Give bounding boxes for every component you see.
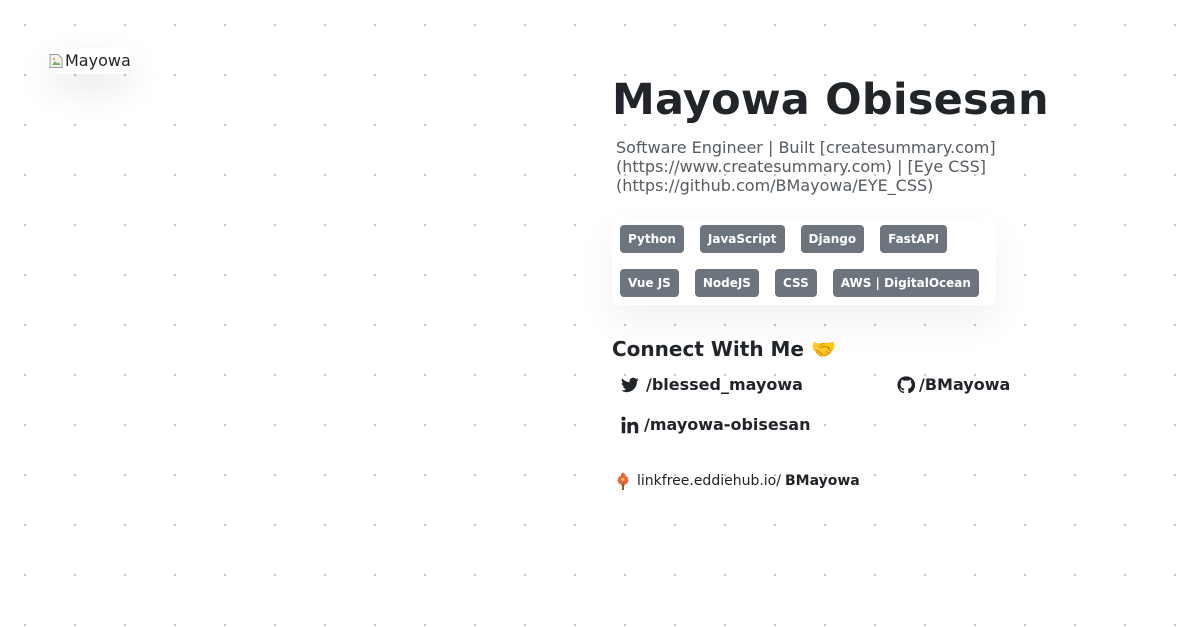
linkfree-domain: linkfree.eddiehub.io/ (637, 473, 781, 489)
profile-panel: Mayowa Obisesan Software Engineer | Buil… (612, 70, 1172, 491)
linkedin-icon (621, 416, 639, 433)
skills-list: Python JavaScript Django FastAPI Vue JS … (612, 219, 996, 305)
skill-badge: CSS (774, 269, 817, 297)
skill-badge: NodeJS (694, 269, 759, 297)
skill-badge: Python (620, 225, 684, 253)
twitter-link[interactable]: /blessed_mayowa (621, 375, 803, 394)
profile-bio: Software Engineer | Built [createsummary… (616, 138, 996, 195)
skill-badge: JavaScript (699, 225, 785, 253)
broken-image-icon (49, 54, 63, 68)
twitter-icon (621, 377, 639, 392)
github-icon (897, 375, 915, 393)
skill-badge: AWS | DigitalOcean (832, 269, 979, 297)
social-links: /blessed_mayowa /BMayowa /mayowa-obisesa… (612, 373, 1172, 463)
linkfree-username: BMayowa (784, 473, 860, 489)
skill-badge: Vue JS (620, 269, 679, 297)
avatar-image: Mayowa (49, 53, 131, 69)
github-link[interactable]: /BMayowa (897, 375, 1010, 394)
linkedin-handle: /mayowa-obisesan (644, 415, 811, 434)
avatar-alt-text: Mayowa (65, 51, 131, 70)
connect-heading: Connect With Me 🤝 (612, 337, 836, 361)
linkfree-link[interactable]: linkfree.eddiehub.io/ BMayowa (614, 471, 1172, 491)
twitter-handle: /blessed_mayowa (646, 375, 803, 394)
linkfree-logo-icon (617, 472, 629, 490)
avatar: Mayowa (48, 48, 132, 74)
skill-badge: Django (800, 225, 865, 253)
linkedin-link[interactable]: /mayowa-obisesan (621, 415, 810, 434)
skill-badge: FastAPI (880, 225, 948, 253)
profile-name: Mayowa Obisesan (612, 75, 1049, 125)
github-handle: /BMayowa (919, 375, 1011, 394)
